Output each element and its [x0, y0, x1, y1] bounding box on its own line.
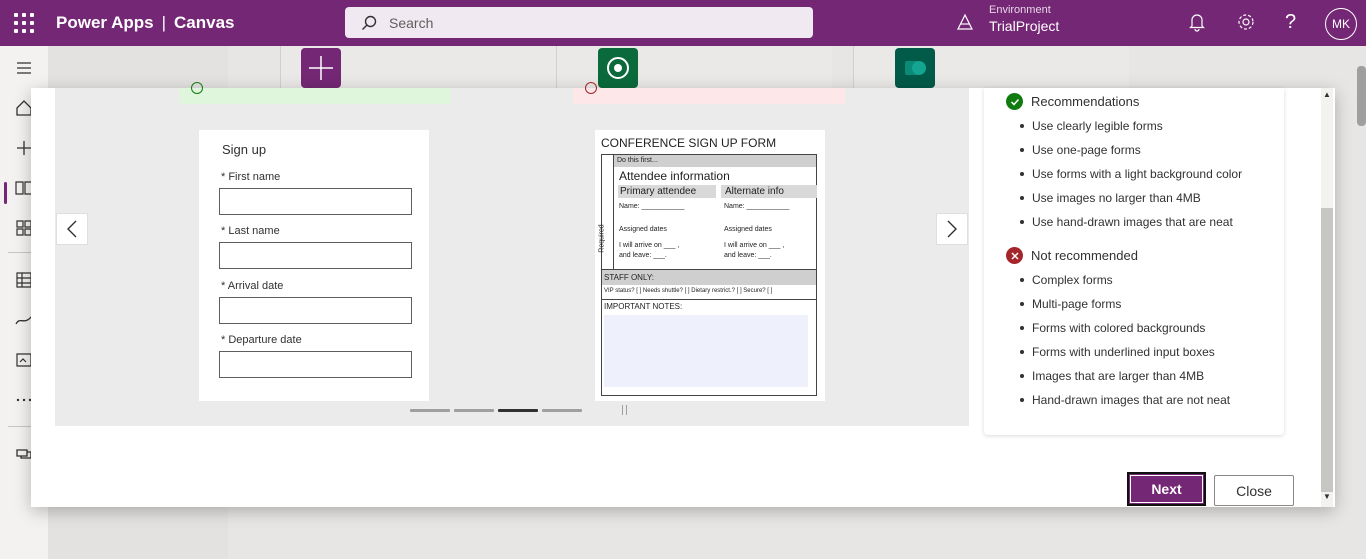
- app-section: Canvas: [174, 13, 235, 32]
- plus-icon: [309, 56, 333, 80]
- background-tile-blank-app: [301, 48, 341, 88]
- do-first-label: Do this first...: [614, 155, 816, 167]
- staff-only-heading: STAFF ONLY:: [602, 269, 816, 285]
- list-item: Use clearly legible forms: [1020, 119, 1163, 133]
- assigned-dates-label: Assigned dates: [724, 226, 772, 233]
- search-icon: [362, 15, 377, 30]
- carousel-prev-button[interactable]: [56, 213, 88, 245]
- bad-example-banner: [573, 82, 845, 104]
- dismiss-icon: [1006, 247, 1023, 264]
- list-item: Complex forms: [1020, 273, 1113, 287]
- conference-form-frame: Required Do this first... Attendee infor…: [598, 154, 817, 396]
- slide-indicator[interactable]: [410, 409, 450, 412]
- recommendations-heading: Recommendations: [1006, 93, 1139, 110]
- page-scrollbar[interactable]: [1357, 66, 1366, 126]
- app-launcher-icon[interactable]: [14, 13, 34, 33]
- conference-form-title: CONFERENCE SIGN UP FORM: [601, 136, 777, 150]
- required-label: Required: [598, 224, 606, 253]
- list-item: Hand-drawn images that are not neat: [1019, 393, 1231, 407]
- recommendations-panel: Recommendations Use clearly legible form…: [984, 88, 1284, 435]
- arrive-label: I will arrive on ___ ,: [619, 242, 680, 249]
- help-icon[interactable]: ?: [1285, 11, 1296, 34]
- environment-icon[interactable]: [956, 13, 974, 31]
- primary-attendee-heading: Primary attendee: [618, 185, 716, 198]
- field-box: [219, 297, 412, 324]
- list-item: Forms with underlined input boxes: [1020, 345, 1215, 359]
- field-label: * Arrival date: [221, 280, 284, 292]
- next-button[interactable]: Next: [1127, 472, 1206, 506]
- field-box: [219, 351, 412, 378]
- dataverse-icon: [607, 57, 629, 79]
- background-tile-sharepoint: [895, 48, 935, 88]
- list-item: Multi-page forms: [1019, 297, 1122, 311]
- field-box: [219, 242, 412, 269]
- form-guidance-dialog: Sign up * First name * Last name * Arriv…: [31, 82, 1335, 507]
- arrive-label: I will arrive on ___ ,: [724, 242, 785, 249]
- environment-value[interactable]: TrialProject: [989, 18, 1059, 34]
- dialog-scrollbar-thumb[interactable]: [1321, 208, 1333, 492]
- image-carousel: Sign up * First name * Last name * Arriv…: [55, 82, 969, 426]
- active-nav-indicator: [4, 182, 7, 204]
- form-title: Sign up: [222, 142, 267, 157]
- field-label: * Last name: [221, 225, 280, 237]
- name-label: Name: ___________: [724, 203, 790, 210]
- hamburger-icon[interactable]: [14, 58, 34, 78]
- environment-label: Environment: [989, 4, 1051, 16]
- app-name: Power Apps: [56, 13, 154, 32]
- name-label: Name: ___________: [619, 203, 685, 210]
- check-circle-icon: [191, 82, 203, 94]
- good-example-banner: [179, 82, 451, 104]
- chevron-left-icon: [67, 220, 77, 238]
- search-input[interactable]: [389, 7, 789, 38]
- list-item: Use hand-drawn images that are neat: [1020, 215, 1233, 229]
- close-button[interactable]: Close: [1214, 475, 1294, 506]
- field-box: [219, 188, 412, 215]
- slide-indicator[interactable]: [454, 409, 494, 412]
- not-recommended-heading: Not recommended: [1006, 247, 1138, 264]
- checkmark-icon: [1006, 93, 1023, 110]
- scroll-down-icon[interactable]: ▼: [1321, 492, 1333, 504]
- field-label: * Departure date: [221, 334, 302, 346]
- carousel-next-button[interactable]: [936, 213, 968, 245]
- chevron-right-icon: [947, 220, 957, 238]
- list-item: Use forms with a light background color: [1019, 167, 1243, 181]
- avatar[interactable]: MK: [1325, 8, 1357, 40]
- slide-indicator-active[interactable]: [498, 409, 538, 412]
- good-form-example-image: Sign up * First name * Last name * Arriv…: [199, 130, 429, 401]
- field-label: * First name: [221, 171, 281, 183]
- assigned-dates-label: Assigned dates: [619, 226, 667, 233]
- search-box[interactable]: [345, 7, 813, 38]
- top-bar: Power Apps|Canvas Environment TrialProje…: [0, 0, 1366, 46]
- leave-label: and leave: ___.: [724, 252, 772, 259]
- list-item: Use images no larger than 4MB: [1020, 191, 1201, 205]
- important-notes-heading: IMPORTANT NOTES:: [604, 302, 683, 311]
- list-item: Images that are larger than 4MB: [1019, 369, 1205, 383]
- list-item: Use one-page forms: [1020, 143, 1141, 157]
- settings-icon[interactable]: [1236, 12, 1256, 32]
- pause-icon[interactable]: [620, 405, 630, 417]
- list-item: Forms with colored backgrounds: [1019, 321, 1206, 335]
- staff-fields: VIP status? [ ] Needs shuttle? [ ] Dieta…: [604, 288, 773, 294]
- scroll-up-icon[interactable]: ▲: [1321, 90, 1333, 102]
- attendee-heading: Attendee information: [619, 169, 730, 183]
- leave-label: and leave: ___.: [619, 252, 667, 259]
- background-tile-dataverse: [598, 48, 638, 88]
- app-title[interactable]: Power Apps | Canvas: [56, 13, 235, 33]
- slide-indicator[interactable]: [542, 409, 582, 412]
- sharepoint-icon: [905, 61, 926, 75]
- notes-box: [604, 315, 808, 387]
- bad-form-example-image: CONFERENCE SIGN UP FORM Required Do this…: [595, 130, 825, 401]
- notifications-icon[interactable]: [1187, 12, 1207, 32]
- alternate-info-heading: Alternate info: [721, 185, 817, 198]
- error-circle-icon: [585, 82, 597, 94]
